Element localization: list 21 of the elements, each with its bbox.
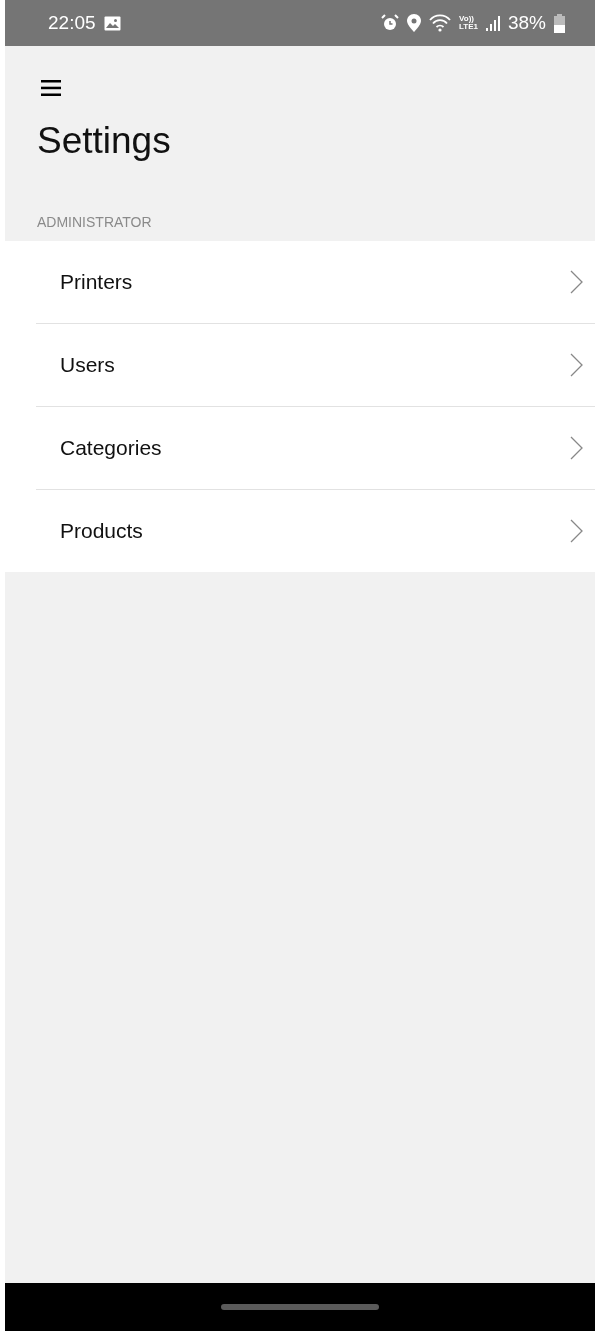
location-icon [407, 14, 421, 32]
settings-item[interactable]: Users [36, 323, 595, 406]
page-title: Settings [37, 120, 172, 162]
battery-icon [554, 13, 565, 33]
chevron-right-icon [570, 436, 583, 460]
chevron-right-icon [570, 353, 583, 377]
settings-item[interactable]: Products [36, 489, 595, 572]
wifi-icon [429, 14, 451, 32]
settings-item[interactable]: Printers [36, 241, 595, 323]
settings-item[interactable]: Categories [36, 406, 595, 489]
alarm-icon [381, 14, 399, 32]
section-header: ADMINISTRATOR [37, 214, 153, 232]
status-time: 22:05 [48, 12, 96, 34]
network-type-label: Vo)) LTE1 [459, 15, 478, 31]
signal-icon [485, 15, 500, 31]
menu-icon [41, 80, 61, 96]
image-icon [103, 15, 121, 31]
chevron-right-icon [570, 270, 583, 294]
battery-percent: 38% [507, 12, 546, 34]
home-handle[interactable] [221, 1304, 379, 1310]
chevron-right-icon [570, 519, 583, 543]
